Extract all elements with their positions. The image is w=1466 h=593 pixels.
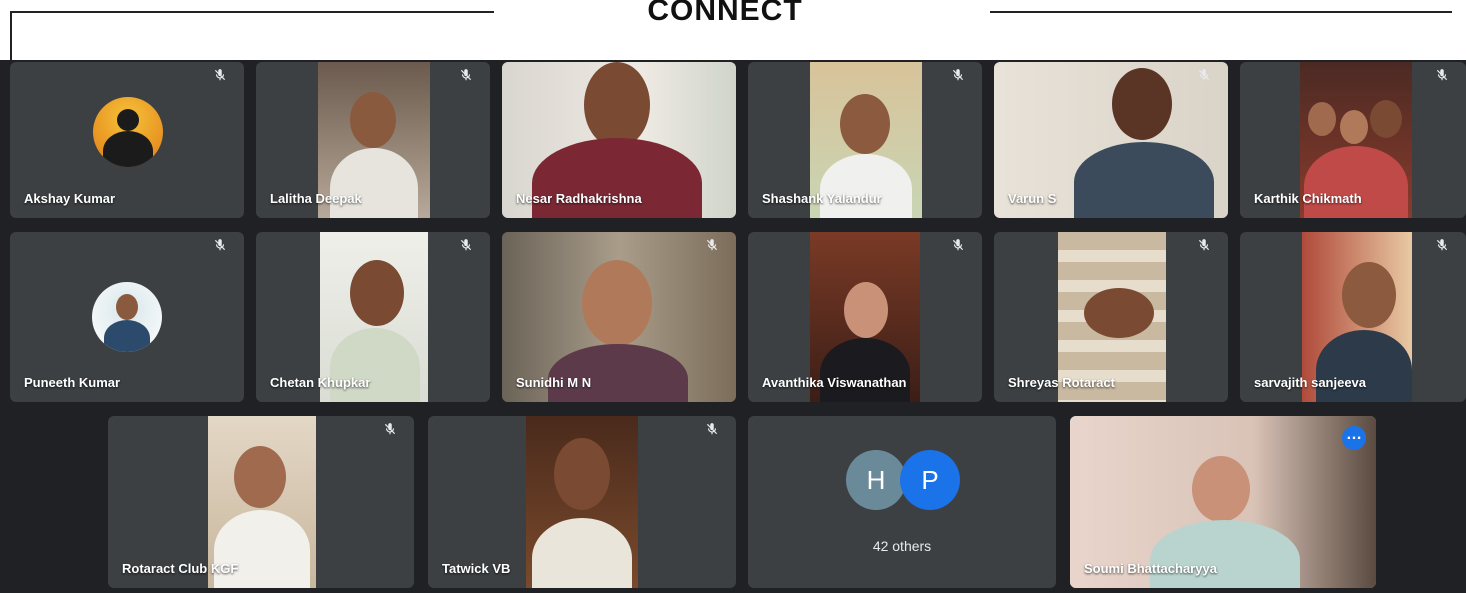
header: CONNECT [0,0,1466,65]
frame-left [10,11,494,65]
mic-off-icon [210,68,230,88]
participant-tile[interactable]: Chetan Khupkar [256,232,490,402]
participant-tile[interactable]: Nesar Radhakrishna [502,62,736,218]
participant-name: Chetan Khupkar [270,375,371,390]
mic-off-icon [1194,68,1214,88]
participant-name: Rotaract Club KGF [122,561,239,576]
participant-tile[interactable]: Rotaract Club KGF [108,416,414,588]
mic-off-icon [210,238,230,258]
mic-off-icon [948,238,968,258]
participant-name: Sunidhi M N [516,375,592,390]
participant-name: Soumi Bhattacharyya [1084,561,1217,576]
participant-tile[interactable]: Tatwick VB [428,416,736,588]
participant-name: Nesar Radhakrishna [516,191,642,206]
participant-tile[interactable]: Shreyas Rotaract [994,232,1228,402]
video-grid: Akshay Kumar Lalitha Deepak Nesar Radhak… [0,60,1466,593]
mic-off-icon [1194,238,1214,258]
participant-name: Puneeth Kumar [24,375,121,390]
avatar [92,282,162,352]
participant-name: Karthik Chikmath [1254,191,1362,206]
participant-tile[interactable]: Akshay Kumar [10,62,244,218]
mic-off-icon [380,422,400,442]
participant-tile[interactable]: Avanthika Viswanathan [748,232,982,402]
participant-tile[interactable]: Lalitha Deepak [256,62,490,218]
mic-off-icon [948,68,968,88]
participant-initial-bubble: H [846,450,906,510]
mic-off-icon [1432,68,1452,88]
mic-off-icon [1432,238,1452,258]
participant-initial-bubble: P [900,450,960,510]
mic-off-icon [702,238,722,258]
participant-tile[interactable]: Varun S [994,62,1228,218]
participant-name: Lalitha Deepak [270,191,362,206]
others-tile[interactable]: H P 42 others [748,416,1056,588]
participant-name: Akshay Kumar [24,191,116,206]
participant-tile[interactable]: Puneeth Kumar [10,232,244,402]
participant-tile[interactable]: Sunidhi M N [502,232,736,402]
participant-tile[interactable]: Shashank Yalandur [748,62,982,218]
page-title: CONNECT [647,0,803,27]
frame-right [990,11,1452,65]
participant-name: Varun S [1008,191,1057,206]
others-count: 42 others [872,538,932,554]
participant-tile[interactable]: Karthik Chikmath [1240,62,1466,218]
participant-name: sarvajith sanjeeva [1254,375,1367,390]
participant-name: Shashank Yalandur [762,191,882,206]
more-options-icon[interactable]: … [1342,426,1366,450]
video-feed [526,416,638,588]
participant-name: Avanthika Viswanathan [762,375,907,390]
participant-tile-active[interactable]: … Soumi Bhattacharyya [1070,416,1376,588]
participant-name: Tatwick VB [442,561,511,576]
avatar [93,97,163,167]
participant-name: Shreyas Rotaract [1008,375,1115,390]
mic-off-icon [456,68,476,88]
participant-tile[interactable]: sarvajith sanjeeva [1240,232,1466,402]
mic-off-icon [702,422,722,442]
mic-off-icon [456,238,476,258]
